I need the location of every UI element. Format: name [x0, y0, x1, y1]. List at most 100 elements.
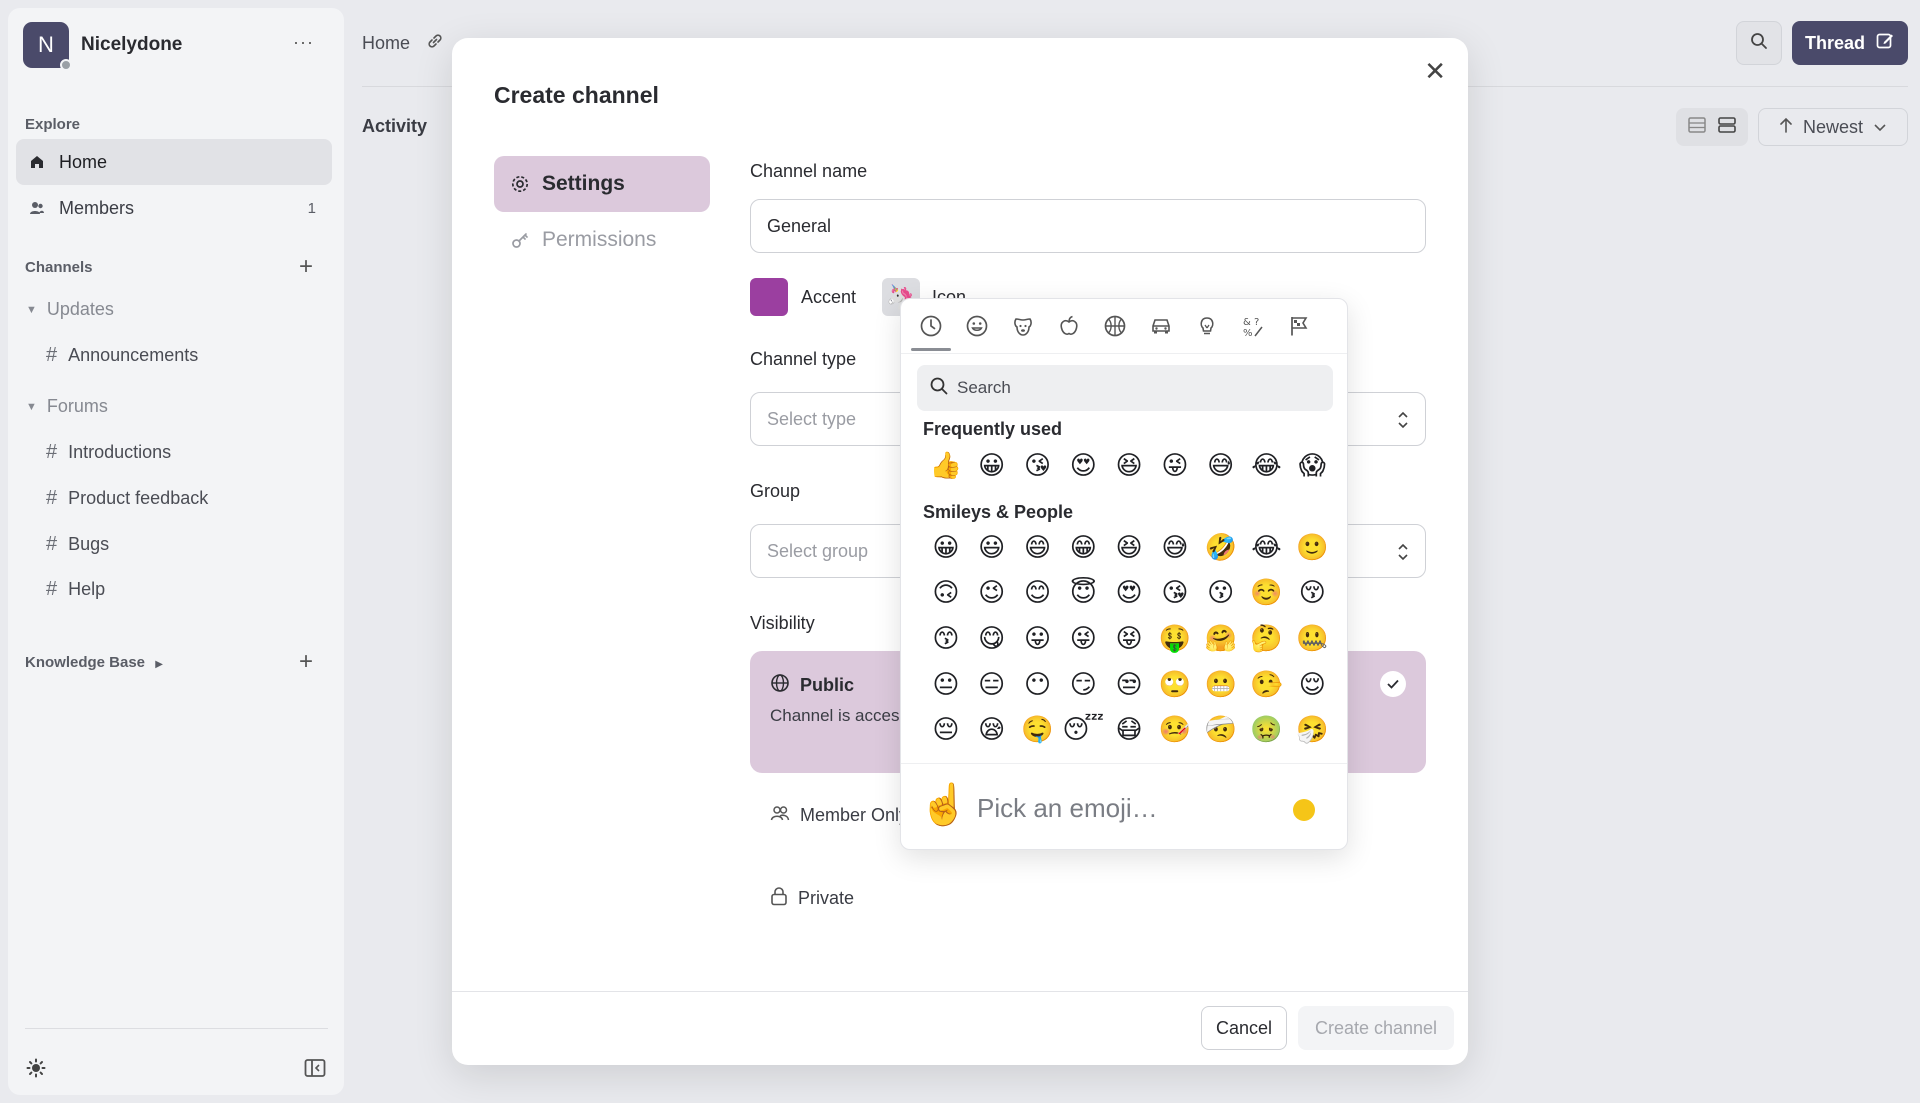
emoji-item[interactable]: 😘	[1152, 571, 1198, 617]
emoji-item[interactable]: 😴	[1060, 707, 1106, 753]
emoji-item[interactable]: 😏	[1060, 662, 1106, 708]
food-icon[interactable]	[1047, 307, 1091, 345]
emoji-item[interactable]: 😔	[923, 707, 969, 753]
emoji-item[interactable]: 😂	[1244, 525, 1290, 571]
emoji-item[interactable]: 😆	[1106, 525, 1152, 571]
emoji-item[interactable]: 😀	[923, 525, 969, 571]
emoji-item[interactable]: 🤒	[1152, 707, 1198, 753]
tab-settings[interactable]: Settings	[494, 156, 710, 212]
emoji-item[interactable]: 😋	[969, 616, 1015, 662]
emoji-item[interactable]: 🤗	[1198, 616, 1244, 662]
emoji-item[interactable]: 😶	[1015, 662, 1061, 708]
group-updates[interactable]: ▼ Updates	[26, 299, 114, 320]
flags-icon[interactable]	[1277, 307, 1321, 345]
emoji-item[interactable]: 🤑	[1152, 616, 1198, 662]
collapse-sidebar-icon[interactable]	[304, 1058, 326, 1083]
new-thread-button[interactable]: Thread	[1792, 21, 1908, 65]
emoji-item[interactable]: 😝	[1106, 616, 1152, 662]
group-forums[interactable]: ▼ Forums	[26, 396, 108, 417]
emoji-item[interactable]: 🤢	[1244, 707, 1290, 753]
emoji-item[interactable]: 🤐	[1289, 616, 1335, 662]
emoji-item[interactable]: 😆	[1106, 443, 1152, 489]
emoji-item[interactable]: 🤣	[1198, 525, 1244, 571]
emoji-item[interactable]: 🙃	[923, 571, 969, 617]
animal-icon[interactable]	[1001, 307, 1045, 345]
channel-name-input[interactable]: General	[750, 199, 1426, 253]
card-view-icon[interactable]	[1717, 116, 1737, 139]
emoji-item[interactable]: 😙	[923, 616, 969, 662]
travel-icon[interactable]	[1139, 307, 1183, 345]
emoji-item[interactable]: 😌	[1289, 662, 1335, 708]
emoji-item[interactable]: 👍	[923, 443, 969, 489]
activity-icon[interactable]	[1093, 307, 1137, 345]
smiley-icon[interactable]	[955, 307, 999, 345]
emoji-item[interactable]: ☺️	[1244, 571, 1290, 617]
sidebar-item-bugs[interactable]: # Bugs	[46, 533, 109, 556]
emoji-item[interactable]: 😅	[1198, 443, 1244, 489]
emoji-item[interactable]: 😬	[1198, 662, 1244, 708]
emoji-item[interactable]: 🙄	[1152, 662, 1198, 708]
emoji-item[interactable]: 😑	[969, 662, 1015, 708]
emoji-item[interactable]: 😄	[1015, 525, 1061, 571]
emoji-search-input[interactable]: Search	[917, 365, 1333, 411]
gear-icon	[510, 174, 530, 194]
emoji-item[interactable]: 🤧	[1289, 707, 1335, 753]
emoji-item[interactable]: 😀	[969, 443, 1015, 489]
emoji-item[interactable]: 😛	[1015, 616, 1061, 662]
accent-color-swatch[interactable]	[750, 278, 788, 316]
add-channel-icon[interactable]: +	[299, 255, 313, 279]
emoji-item[interactable]: 😇	[1060, 571, 1106, 617]
emoji-item[interactable]: 😜	[1060, 616, 1106, 662]
add-knowledge-base-icon[interactable]: +	[299, 650, 313, 674]
emoji-item[interactable]: 😁	[1060, 525, 1106, 571]
sidebar-item-members[interactable]: Members 1	[16, 185, 332, 231]
emoji-item[interactable]: 😜	[1152, 443, 1198, 489]
emoji-item[interactable]: 😉	[969, 571, 1015, 617]
close-icon[interactable]: ✕	[1424, 56, 1446, 87]
emoji-item[interactable]: 😅	[1152, 525, 1198, 571]
chevron-down-icon	[1873, 117, 1887, 138]
knowledge-base-label[interactable]: Knowledge Base ▶	[25, 654, 163, 671]
visibility-option-private[interactable]: Private	[770, 886, 854, 911]
cancel-button[interactable]: Cancel	[1201, 1006, 1287, 1050]
sidebar-item-announcements[interactable]: # Announcements	[46, 344, 198, 367]
emoji-item[interactable]: 😱	[1289, 443, 1335, 489]
recent-icon[interactable]	[909, 307, 953, 351]
create-channel-button[interactable]: Create channel	[1298, 1006, 1454, 1050]
sidebar-item-help[interactable]: # Help	[46, 578, 105, 601]
theme-toggle-icon[interactable]	[26, 1058, 46, 1083]
sidebar-item-home[interactable]: Home	[16, 139, 332, 185]
tab-permissions[interactable]: Permissions	[494, 212, 710, 268]
objects-icon[interactable]	[1185, 307, 1229, 345]
emoji-item[interactable]: 😊	[1015, 571, 1061, 617]
link-icon[interactable]	[426, 32, 444, 55]
skin-tone-button[interactable]	[1293, 799, 1315, 821]
sidebar-item-product-feedback[interactable]: # Product feedback	[46, 487, 208, 510]
emoji-item[interactable]: 😍	[1106, 571, 1152, 617]
list-view-icon[interactable]	[1687, 116, 1707, 139]
emoji-item[interactable]: 😃	[969, 525, 1015, 571]
emoji-item[interactable]: 😗	[1198, 571, 1244, 617]
emoji-item[interactable]: 😘	[1015, 443, 1061, 489]
emoji-item[interactable]: 🤥	[1244, 662, 1290, 708]
more-options-icon[interactable]: ···	[293, 32, 314, 53]
emoji-item[interactable]: 😂	[1244, 443, 1290, 489]
emoji-item[interactable]: 🤔	[1244, 616, 1290, 662]
emoji-item[interactable]: 😚	[1289, 571, 1335, 617]
workspace-switcher[interactable]: N Nicelydone	[23, 22, 182, 71]
emoji-item[interactable]: 😍	[1060, 443, 1106, 489]
emoji-item[interactable]: 😷	[1106, 707, 1152, 753]
sidebar-item-introductions[interactable]: # Introductions	[46, 441, 171, 464]
emoji-item[interactable]: 😒	[1106, 662, 1152, 708]
emoji-item[interactable]: 🤤	[1015, 707, 1061, 753]
search-button[interactable]	[1736, 21, 1782, 65]
view-toggle[interactable]	[1676, 108, 1748, 146]
emoji-item[interactable]: 😐	[923, 662, 969, 708]
emoji-item[interactable]: 🤕	[1198, 707, 1244, 753]
emoji-item[interactable]: 🙂	[1289, 525, 1335, 571]
emoji-item[interactable]: 😪	[969, 707, 1015, 753]
visibility-option-member-only[interactable]: Member Only	[770, 804, 908, 827]
sort-dropdown[interactable]: Newest	[1758, 108, 1908, 146]
breadcrumb-home[interactable]: Home	[362, 33, 410, 54]
symbols-icon[interactable]: &?%	[1231, 307, 1275, 345]
